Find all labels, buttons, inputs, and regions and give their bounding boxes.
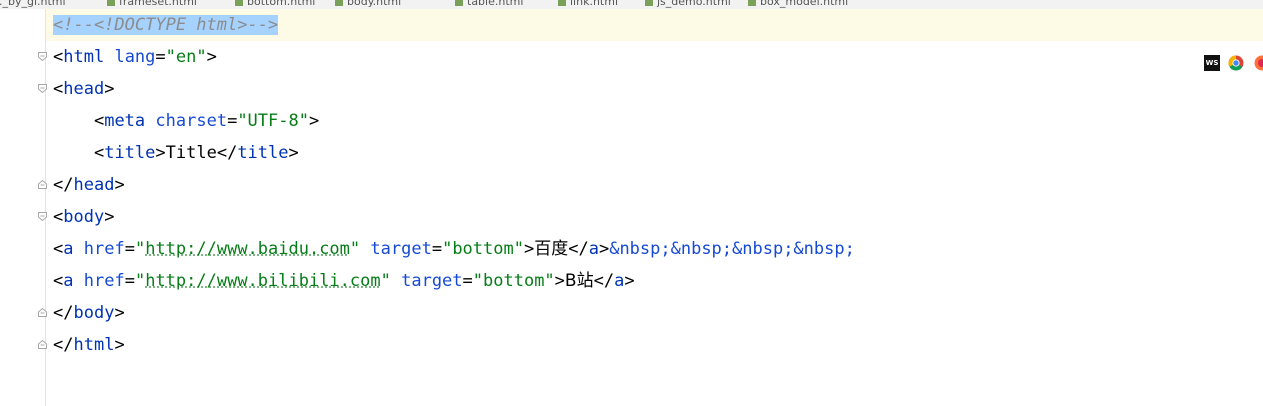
code-line-5[interactable]: <title>Title</title> [53,137,299,169]
selected-comment: <!--<!DOCTYPE html>--> [53,15,279,35]
tab-file-7[interactable]: js_demo.html [645,0,731,9]
html-file-icon [335,0,343,6]
tab-file-2[interactable]: frameset.html [107,0,197,9]
code-line-7[interactable]: <body> [53,201,114,233]
code-line-6[interactable]: </head> [53,169,125,201]
webstorm-icon[interactable]: WS [1204,55,1220,71]
code-line-11[interactable]: </html> [53,329,125,361]
html-file-icon [558,0,566,6]
html-file-icon [455,0,463,6]
html-file-icon [235,0,243,6]
fold-open-icon[interactable] [38,212,47,221]
html-file-icon [645,0,653,6]
code-line-3[interactable]: <head> [53,73,114,105]
tab-file-active[interactable]: body.html [335,0,440,9]
url-link[interactable]: http://www.bilibili.com [145,271,380,291]
code-line-9[interactable]: <a href="http://www.bilibili.com" target… [53,265,635,297]
fold-open-icon[interactable] [38,52,47,61]
url-link[interactable]: http://www.baidu.com [145,239,350,259]
tab-file-5[interactable]: table.html [455,0,523,9]
tab-file-6[interactable]: link.html [558,0,618,9]
fold-close-icon[interactable] [38,308,47,317]
code-line-1[interactable]: <!--<!DOCTYPE html>--> [53,9,279,41]
firefox-icon[interactable] [1254,55,1263,71]
fold-close-icon[interactable] [38,340,47,349]
html-file-icon [107,0,115,6]
tab-file-8[interactable]: box_model.html [748,0,848,9]
code-line-8[interactable]: <a href="http://www.baidu.com" target="b… [53,233,855,265]
fold-close-icon[interactable] [38,180,47,189]
editor-tab-bar: ..._by_gi.html frameset.html bottom.html… [0,0,1263,9]
code-line-2[interactable]: <html lang="en"> [53,41,217,73]
tab-file-3[interactable]: bottom.html [235,0,315,9]
code-line-10[interactable]: </body> [53,297,125,329]
fold-open-icon[interactable] [38,84,47,93]
tab-file-1[interactable]: ..._by_gi.html [0,0,66,9]
chrome-icon[interactable] [1228,55,1244,71]
code-line-4[interactable]: <meta charset="UTF-8"> [53,105,319,137]
html-file-icon [748,0,756,6]
